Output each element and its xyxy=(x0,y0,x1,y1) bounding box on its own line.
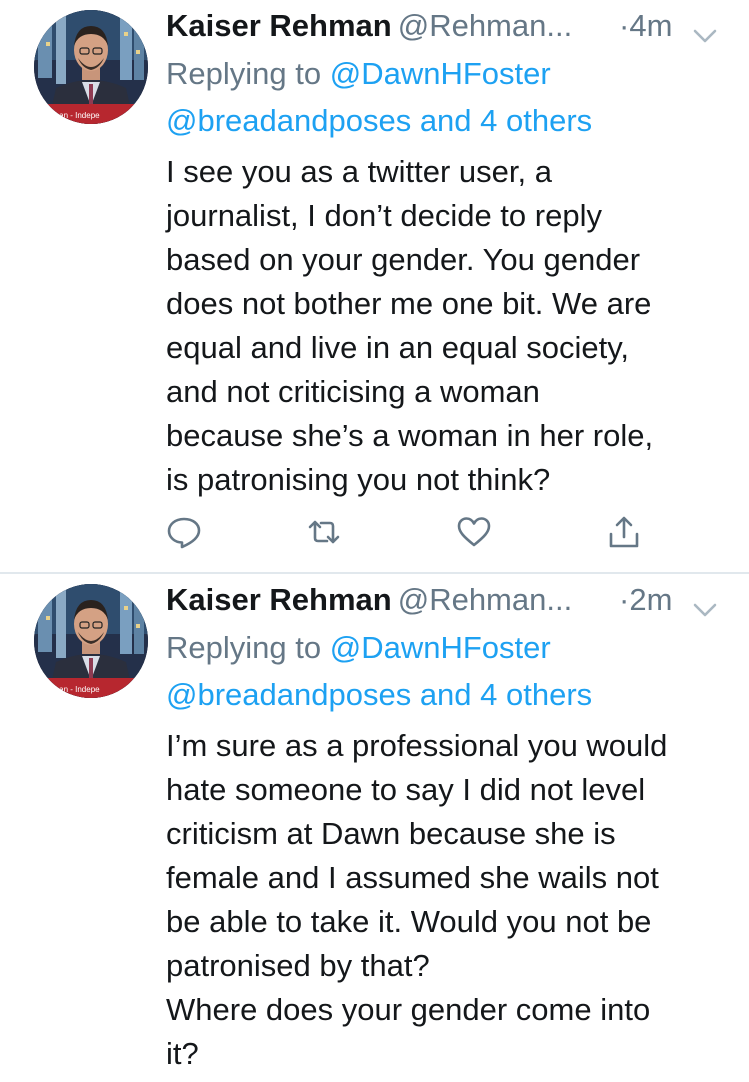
avatar[interactable]: hman - Indepe xyxy=(34,10,148,124)
author-name[interactable]: Kaiser Rehman xyxy=(166,582,392,617)
tweet-text-line: hate someone to say I did not level xyxy=(166,772,646,807)
avatar-caption: hman - Indepe xyxy=(48,111,100,120)
tweet[interactable]: hman - Indepe Kaiser Rehman @Rehman... ·2… xyxy=(0,574,749,1082)
mention-link[interactable]: @DawnHFoster xyxy=(330,630,551,665)
reply-icon[interactable] xyxy=(166,514,202,550)
tweet-text-line: and not criticising a woman xyxy=(166,374,540,409)
tweet-text: I see you as a twitter user, a journalis… xyxy=(166,150,726,502)
replying-to: Replying to @DawnHFoster xyxy=(166,50,726,97)
tweet-text-line: I see you as a twitter user, a xyxy=(166,154,552,189)
tweet-text-line: be able to take it. Would you not be xyxy=(166,904,652,939)
share-icon[interactable] xyxy=(606,514,642,550)
tweet-text-line: female and I assumed she wails not xyxy=(166,860,659,895)
tweet-text-line: patronised by that? xyxy=(166,948,430,983)
tweet-text-line: based on your gender. You gender xyxy=(166,242,641,277)
tweet-timeline: hman - Indepe Kaiser Rehman @Rehman... ·4… xyxy=(0,0,749,1082)
tweet-text-line: I’m sure as a professional you would xyxy=(166,728,668,763)
avatar-caption: hman - Indepe xyxy=(48,685,100,694)
avatar[interactable]: hman - Indepe xyxy=(34,584,148,698)
tweet-text-line: does not bother me one bit. We are xyxy=(166,286,652,321)
replying-to: Replying to @DawnHFoster xyxy=(166,624,726,671)
author-handle[interactable]: @Rehman... xyxy=(398,582,572,617)
tweet-time[interactable]: ·2m xyxy=(619,580,672,620)
tweet[interactable]: hman - Indepe Kaiser Rehman @Rehman... ·4… xyxy=(0,0,749,572)
tweet-time[interactable]: ·4m xyxy=(619,6,672,46)
replying-to-label: Replying to xyxy=(166,630,322,665)
replying-to-label: Replying to xyxy=(166,56,322,91)
chevron-down-icon[interactable] xyxy=(692,16,718,43)
tweet-actions xyxy=(166,514,646,554)
mention-others-link[interactable]: @breadandposes and 4 others xyxy=(166,97,726,144)
tweet-text-line: equal and live in an equal society, xyxy=(166,330,630,365)
tweet-text-line: because she’s a woman in her role, xyxy=(166,418,654,453)
mention-link[interactable]: @DawnHFoster xyxy=(330,56,551,91)
author-name[interactable]: Kaiser Rehman xyxy=(166,8,392,43)
tweet-text-line: is patronising you not think? xyxy=(166,462,551,497)
author-handle[interactable]: @Rehman... xyxy=(398,8,572,43)
tweet-header: Kaiser Rehman @Rehman... ·2m xyxy=(166,580,726,620)
mention-others-link[interactable]: @breadandposes and 4 others xyxy=(166,671,726,718)
tweet-text-line: Where does your gender come into xyxy=(166,992,651,1027)
tweet-text: I’m sure as a professional you would hat… xyxy=(166,724,726,1076)
tweet-text-line: it? xyxy=(166,1036,199,1071)
tweet-header: Kaiser Rehman @Rehman... ·4m xyxy=(166,6,726,46)
tweet-text-line: criticism at Dawn because she is xyxy=(166,816,616,851)
retweet-icon[interactable] xyxy=(306,514,342,550)
heart-icon[interactable] xyxy=(456,514,492,550)
chevron-down-icon[interactable] xyxy=(692,590,718,617)
tweet-text-line: journalist, I don’t decide to reply xyxy=(166,198,602,233)
